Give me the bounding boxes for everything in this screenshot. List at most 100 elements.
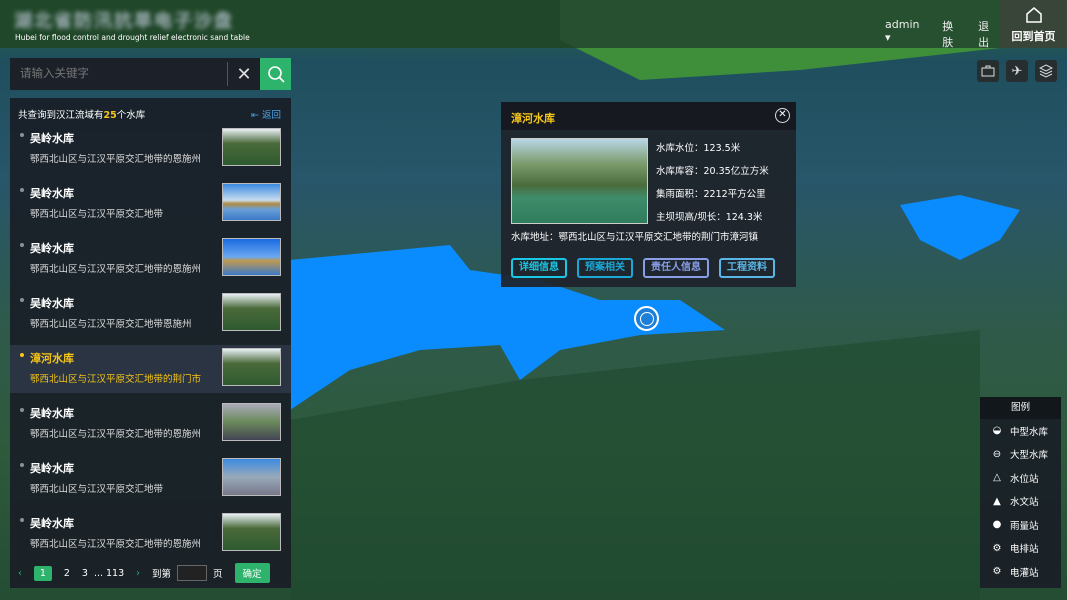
reservoir-name: 吴岭水库 [30,517,74,530]
plane-icon: ✈ [1011,63,1023,79]
legend-symbol-icon: ● [992,519,1002,531]
reservoir-thumbnail [222,348,281,386]
reservoir-thumbnail [222,183,281,221]
reservoir-address: 鄂西北山区与江汉平原交汇地带的恩施州 [30,429,202,440]
skin-button[interactable]: 换肤 [942,18,964,50]
reservoir-name: 吴岭水库 [30,187,74,200]
reservoir-address: 水库地址：鄂西北山区与江汉平原交汇地带的荆门市漳河镇 [511,232,759,243]
briefcase-button[interactable] [977,60,999,82]
legend-label: 电灌站 [1010,567,1039,579]
capacity: 水库库容：20.35亿立方米 [656,166,769,177]
legend-item: ● 雨量站 [980,513,1061,537]
legend: 图例 ◒ 中型水库 ⊖ 大型水库 △ 水位站 ▲ 水文站 ● 雨量站 ⚙ 电排站 ⚙ 电灌站 [980,397,1061,588]
confirm-button[interactable]: 确定 [234,563,270,583]
reservoir-thumbnail [222,403,281,441]
prev-page[interactable]: ‹ [18,568,22,579]
result-count: 25 [103,110,117,121]
legend-symbol-icon: ⚙ [992,566,1002,578]
layers-icon [1039,64,1053,78]
page-ellipsis: ... [93,567,104,579]
list-item[interactable]: 吴岭水库 鄂西北山区与江汉平原交汇地带的恩施州 [10,235,291,283]
reservoir-name: 吴岭水库 [30,242,74,255]
bullet-icon [20,518,24,522]
back-icon: ⇤ [251,110,262,121]
page-1[interactable]: 1 [33,565,52,581]
legend-label: 电排站 [1010,544,1039,556]
reservoir-water-2 [900,195,1020,260]
close-icon: ✕ [236,63,252,85]
back-button[interactable]: ⇤ 返回 [251,107,281,121]
reservoir-popup: 漳河水库 ✕ 水库水位：123.5米 水库库容：20.35亿立方米 集雨面积：2… [501,102,796,287]
legend-symbol-icon: ⊖ [992,448,1002,460]
popup-action-button[interactable]: 责任人信息 [643,258,709,278]
list-item[interactable]: 吴岭水库 鄂西北山区与江汉平原交汇地带的恩施州 [10,400,291,448]
next-page[interactable]: › [136,568,140,579]
page-2[interactable]: 2 [64,568,70,579]
result-summary: 共查询到汉江流域有25个水库 [18,110,146,121]
legend-label: 水位站 [1010,473,1039,485]
reservoir-name: 漳河水库 [30,352,74,365]
logout-button[interactable]: 退出 [978,18,1000,50]
page-3[interactable]: 3 [82,568,88,579]
reservoir-thumbnail [222,293,281,331]
popup-action-button[interactable]: 预案相关 [577,258,633,278]
flight-button[interactable]: ✈ [1006,60,1028,82]
home-icon [1025,7,1042,23]
search-icon [267,66,285,83]
popup-action-button[interactable]: 工程资料 [719,258,775,278]
reservoir-address: 鄂西北山区与江汉平原交汇地带 [30,484,164,495]
home-label: 回到首页 [1011,30,1056,43]
list-item[interactable]: 吴岭水库 鄂西北山区与江汉平原交汇地带的恩施州 [10,510,291,558]
list-item[interactable]: 吴岭水库 鄂西北山区与江汉平原交汇地带 [10,455,291,503]
reservoir-address: 鄂西北山区与江汉平原交汇地带恩施州 [30,319,192,330]
legend-item: ⚙ 电灌站 [980,560,1061,584]
legend-label: 水文站 [1010,497,1039,509]
reservoir-marker[interactable] [634,306,659,331]
list-item[interactable]: 吴岭水库 鄂西北山区与江汉平原交汇地带恩施州 [10,290,291,338]
reservoir-address: 鄂西北山区与江汉平原交汇地带的恩施州 [30,539,202,550]
reservoir-address: 鄂西北山区与江汉平原交汇地带的恩施州 [30,154,202,165]
legend-symbol-icon: ▲ [993,495,1001,507]
reservoir-name: 吴岭水库 [30,132,74,145]
user-menu[interactable]: admin ▾ [885,18,928,50]
reservoir-address: 鄂西北山区与江汉平原交汇地带的恩施州 [30,264,202,275]
legend-item: ⚙ 电排站 [980,537,1061,561]
bullet-icon [20,298,24,302]
popup-action-button[interactable]: 详细信息 [511,258,567,278]
reservoir-name: 吴岭水库 [30,407,74,420]
reservoir-thumbnail [222,458,281,496]
list-item[interactable]: 吴岭水库 鄂西北山区与江汉平原交汇地带的恩施州 [10,125,291,173]
reservoir-thumbnail [222,238,281,276]
app-subtitle: Hubei for flood control and drought reli… [15,33,250,42]
bullet-icon [20,133,24,137]
popup-close-button[interactable]: ✕ [775,108,790,123]
home-button[interactable]: 回到首页 [1000,0,1067,48]
search-input[interactable] [10,58,227,90]
legend-item: ▲ 水文站 [980,490,1061,514]
search-button[interactable] [260,58,291,90]
page-label: 页 [212,569,223,580]
page-last[interactable]: 113 [106,568,124,579]
close-icon: ✕ [778,109,787,120]
dam-height: 主坝坝高/坝长：124.3米 [656,212,763,223]
legend-item: ⊖ 大型水库 [980,443,1061,467]
legend-symbol-icon: ⚙ [992,542,1002,554]
popup-title: 漳河水库 [511,112,555,125]
layers-button[interactable] [1035,60,1057,82]
list-item[interactable]: 吴岭水库 鄂西北山区与江汉平原交汇地带 [10,180,291,228]
reservoir-address: 鄂西北山区与江汉平原交汇地带 [30,209,164,220]
bullet-icon [20,463,24,467]
goto-label: 到第 [151,569,171,580]
pagination: ‹ 1 2 3 ... 113 › 到第 页 确定 [10,563,291,583]
legend-label: 大型水库 [1010,450,1049,462]
clear-button[interactable]: ✕ [227,62,260,86]
search-bar: ✕ [10,58,291,90]
reservoir-thumbnail [222,513,281,551]
bullet-icon [20,408,24,412]
bullet-icon [20,353,24,357]
briefcase-icon [981,65,995,77]
page-input[interactable] [176,565,207,581]
water-level: 水库水位：123.5米 [656,143,741,154]
legend-title: 图例 [980,397,1061,419]
list-item[interactable]: 漳河水库 鄂西北山区与江汉平原交汇地带的荆门市 [10,345,291,393]
